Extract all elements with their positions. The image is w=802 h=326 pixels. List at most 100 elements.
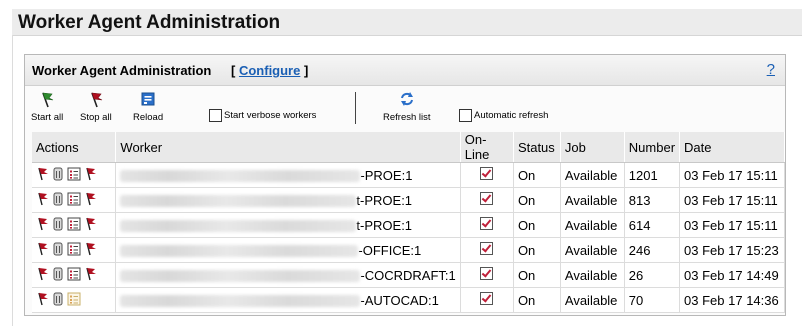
- worker-name: t-PROE:1: [115, 212, 461, 238]
- online-checkbox[interactable]: [480, 292, 494, 305]
- col-worker[interactable]: Worker: [115, 132, 461, 163]
- status-cell: On: [513, 262, 561, 288]
- worker-name: -OFFICE:1: [115, 237, 461, 263]
- table-header-row: Actions Worker On-Line Status Job Number…: [32, 132, 785, 163]
- worker-suffix: t-PROE:1: [356, 218, 413, 234]
- stop-all-button[interactable]: Stop all: [80, 90, 112, 123]
- workers-table: Actions Worker On-Line Status Job Number…: [32, 132, 785, 313]
- stop-flag-icon[interactable]: [36, 242, 49, 259]
- worker-suffix: t-PROE:1: [356, 193, 413, 209]
- log-file-icon[interactable]: [52, 217, 64, 234]
- table-row: -OFFICE:1 On Available 246 03 Feb 17 15:23: [32, 237, 785, 263]
- page-title: Worker Agent Administration: [18, 12, 281, 33]
- row-actions: [32, 287, 117, 313]
- log-file-icon[interactable]: [52, 167, 64, 184]
- restart-flag-icon[interactable]: [84, 217, 97, 234]
- job-cell: Available: [560, 162, 625, 188]
- date-cell: 03 Feb 17 15:11: [679, 162, 785, 188]
- redacted-worker-prefix: [120, 294, 361, 307]
- log-file-icon[interactable]: [52, 192, 64, 209]
- worker-suffix: -COCRDRAFT:1: [360, 268, 456, 284]
- stop-flag-icon[interactable]: [36, 217, 49, 234]
- table-row: -PROE:1 On Available 1201 03 Feb 17 15:11: [32, 162, 785, 188]
- status-cell: On: [513, 212, 561, 238]
- details-list-icon[interactable]: [67, 217, 81, 234]
- details-list-icon[interactable]: [67, 292, 81, 309]
- number-cell: 1201: [624, 162, 681, 188]
- restart-flag-icon[interactable]: [84, 267, 97, 284]
- worker-admin-panel: Worker Agent Administration [ Configure …: [24, 54, 786, 316]
- online-checkbox[interactable]: [480, 242, 494, 255]
- details-list-icon[interactable]: [67, 167, 81, 184]
- start-all-label: Start all: [31, 112, 64, 123]
- restart-flag-icon[interactable]: [84, 167, 97, 184]
- online-cell: [460, 212, 514, 238]
- refresh-list-button[interactable]: Refresh list: [383, 90, 431, 123]
- status-cell: On: [513, 287, 561, 313]
- toolbar-separator: [355, 92, 356, 124]
- online-checkbox[interactable]: [480, 267, 494, 280]
- online-cell: [460, 187, 514, 213]
- toolbar: Start all Stop all Reload Start verbose …: [25, 86, 785, 130]
- status-cell: On: [513, 237, 561, 263]
- col-online[interactable]: On-Line: [460, 132, 514, 163]
- col-job[interactable]: Job: [560, 132, 625, 163]
- online-cell: [460, 162, 514, 188]
- red-flag-icon: [91, 92, 102, 108]
- worker-suffix: -PROE:1: [360, 168, 413, 184]
- log-file-icon[interactable]: [52, 242, 64, 259]
- details-list-icon[interactable]: [67, 242, 81, 259]
- stop-all-label: Stop all: [80, 112, 112, 123]
- online-checkbox[interactable]: [480, 192, 494, 205]
- online-checkbox[interactable]: [480, 217, 494, 230]
- online-cell: [460, 287, 514, 313]
- date-cell: 03 Feb 17 15:11: [679, 212, 785, 238]
- stop-flag-icon[interactable]: [36, 292, 49, 309]
- number-cell: 614: [624, 212, 681, 238]
- log-file-icon[interactable]: [52, 292, 64, 309]
- number-cell: 26: [624, 262, 681, 288]
- online-checkbox[interactable]: [480, 167, 494, 180]
- reload-label: Reload: [133, 112, 164, 123]
- col-date[interactable]: Date: [679, 132, 785, 163]
- log-file-icon[interactable]: [52, 267, 64, 284]
- worker-suffix: -OFFICE:1: [358, 243, 422, 259]
- green-flag-icon: [42, 92, 54, 108]
- verbose-toggle[interactable]: Start verbose workers: [209, 109, 316, 122]
- col-number[interactable]: Number: [624, 132, 681, 163]
- configure-wrap: [ Configure ]: [231, 63, 308, 78]
- configure-link[interactable]: Configure: [239, 63, 300, 78]
- start-all-button[interactable]: Start all: [31, 90, 63, 123]
- table-row: t-PROE:1 On Available 614 03 Feb 17 15:11: [32, 212, 785, 238]
- restart-flag-icon[interactable]: [84, 192, 97, 209]
- verbose-checkbox[interactable]: [209, 109, 222, 122]
- worker-name: t-PROE:1: [115, 187, 461, 213]
- details-list-icon[interactable]: [67, 192, 81, 209]
- stop-flag-icon[interactable]: [36, 167, 49, 184]
- table-row: -AUTOCAD:1 On Available 70 03 Feb 17 14:36: [32, 287, 785, 313]
- panel-header: Worker Agent Administration [ Configure …: [25, 55, 785, 86]
- stop-flag-icon[interactable]: [36, 267, 49, 284]
- reload-button[interactable]: Reload: [133, 90, 163, 123]
- redacted-worker-prefix: [120, 169, 361, 182]
- number-cell: 813: [624, 187, 681, 213]
- auto-refresh-label: Automatic refresh: [474, 110, 549, 121]
- redacted-worker-prefix: [120, 269, 361, 282]
- col-actions[interactable]: Actions: [32, 132, 117, 163]
- date-cell: 03 Feb 17 14:49: [679, 262, 785, 288]
- redacted-worker-prefix: [120, 244, 359, 257]
- auto-refresh-checkbox[interactable]: [459, 109, 472, 122]
- row-actions: [32, 212, 117, 238]
- table-row: t-PROE:1 On Available 813 03 Feb 17 15:11: [32, 187, 785, 213]
- col-status[interactable]: Status: [513, 132, 561, 163]
- online-cell: [460, 262, 514, 288]
- auto-refresh-toggle[interactable]: Automatic refresh: [459, 109, 548, 122]
- date-cell: 03 Feb 17 14:36: [679, 287, 785, 313]
- details-list-icon[interactable]: [67, 267, 81, 284]
- restart-flag-icon[interactable]: [84, 242, 97, 259]
- refresh-list-label: Refresh list: [383, 112, 431, 123]
- redacted-worker-prefix: [120, 219, 357, 232]
- help-link[interactable]: ?: [767, 61, 775, 78]
- stop-flag-icon[interactable]: [36, 192, 49, 209]
- number-cell: 70: [624, 287, 681, 313]
